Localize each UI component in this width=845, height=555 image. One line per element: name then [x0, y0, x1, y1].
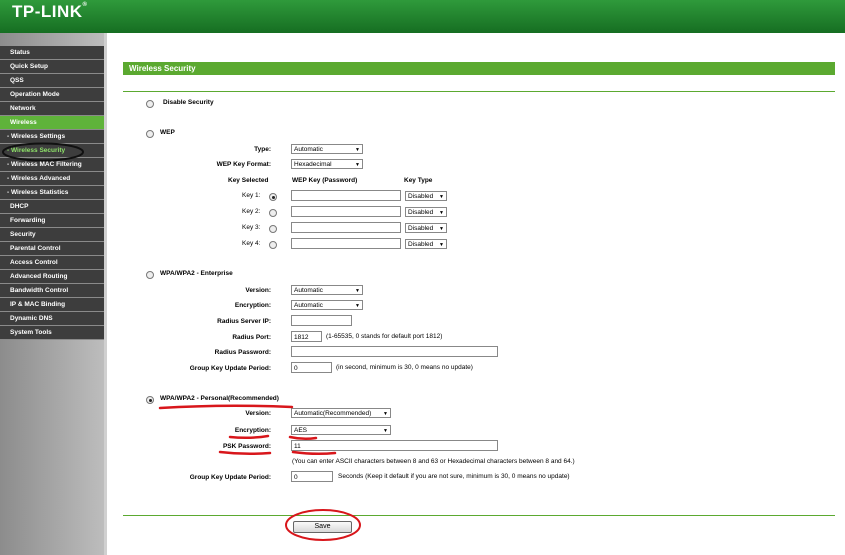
annotation-ellipse-save [285, 509, 361, 541]
annotation-underline-encryption [228, 434, 270, 440]
annotation-underline-psk [218, 450, 272, 456]
annotation-underline-password [291, 450, 337, 456]
annotation-underline-personal [158, 404, 294, 410]
red-annotations [158, 404, 361, 541]
annotation-underline-aes [288, 435, 318, 441]
